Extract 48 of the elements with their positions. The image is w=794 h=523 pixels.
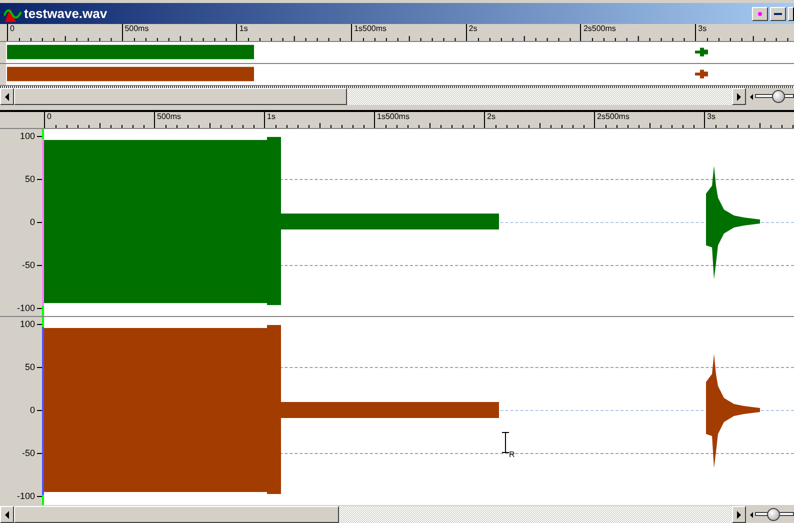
left-triangle-icon <box>5 510 9 518</box>
time-label: 0 <box>47 112 52 122</box>
right-triangle-icon <box>737 92 741 100</box>
slider-thumb[interactable] <box>772 90 786 103</box>
time-label: 2s <box>468 24 478 34</box>
time-label: 3s <box>698 24 707 34</box>
amplitude-label: -50 <box>22 447 35 459</box>
scroll-right-button[interactable] <box>732 88 746 105</box>
time-label: 1s <box>267 112 276 122</box>
time-label: 1s <box>239 24 248 34</box>
amplitude-label: -100 <box>16 490 35 502</box>
amplitude-label: 50 <box>24 173 35 185</box>
text-cursor-icon <box>502 432 509 453</box>
left-triangle-icon <box>5 92 9 100</box>
cursor-channel-label: R <box>509 451 515 459</box>
time-label: 1s500ms <box>377 112 410 122</box>
time-label: 1s500ms <box>354 24 387 34</box>
slider-thumb[interactable] <box>766 508 780 521</box>
time-label: 2s <box>487 112 496 122</box>
scroll-thumb[interactable] <box>14 88 347 105</box>
time-label: 500ms <box>124 24 149 34</box>
scroll-right-button[interactable] <box>732 506 746 523</box>
left-triangle-icon <box>750 94 753 100</box>
minimize-icon <box>774 12 782 14</box>
scroll-thumb[interactable] <box>14 506 339 523</box>
amplitude-label: 100 <box>20 130 35 142</box>
left-triangle-icon <box>750 512 753 518</box>
window-button[interactable] <box>788 6 794 20</box>
amplitude-label: -50 <box>22 259 35 271</box>
amplitude-label: 50 <box>24 361 35 373</box>
window-dot-button[interactable] <box>752 6 768 20</box>
time-label: 2s500ms <box>597 112 630 122</box>
time-label: 500ms <box>157 112 182 122</box>
time-label: 0 <box>10 24 14 34</box>
amplitude-label: 0 <box>30 404 35 416</box>
minimize-button[interactable] <box>770 6 786 20</box>
time-label: 2s500ms <box>583 24 616 34</box>
amplitude-label: -100 <box>16 302 35 314</box>
amplitude-label: 0 <box>30 216 35 228</box>
time-label: 3s <box>707 112 716 122</box>
zoom-slider[interactable] <box>754 90 794 103</box>
amplitude-label: 100 <box>20 318 35 330</box>
scroll-left-button[interactable] <box>0 506 14 523</box>
right-triangle-icon <box>737 510 741 518</box>
waveform-app-icon <box>4 6 22 22</box>
zoom-slider[interactable] <box>754 508 794 521</box>
window-title: testwave.wav <box>24 4 108 23</box>
scroll-left-button[interactable] <box>0 88 14 105</box>
